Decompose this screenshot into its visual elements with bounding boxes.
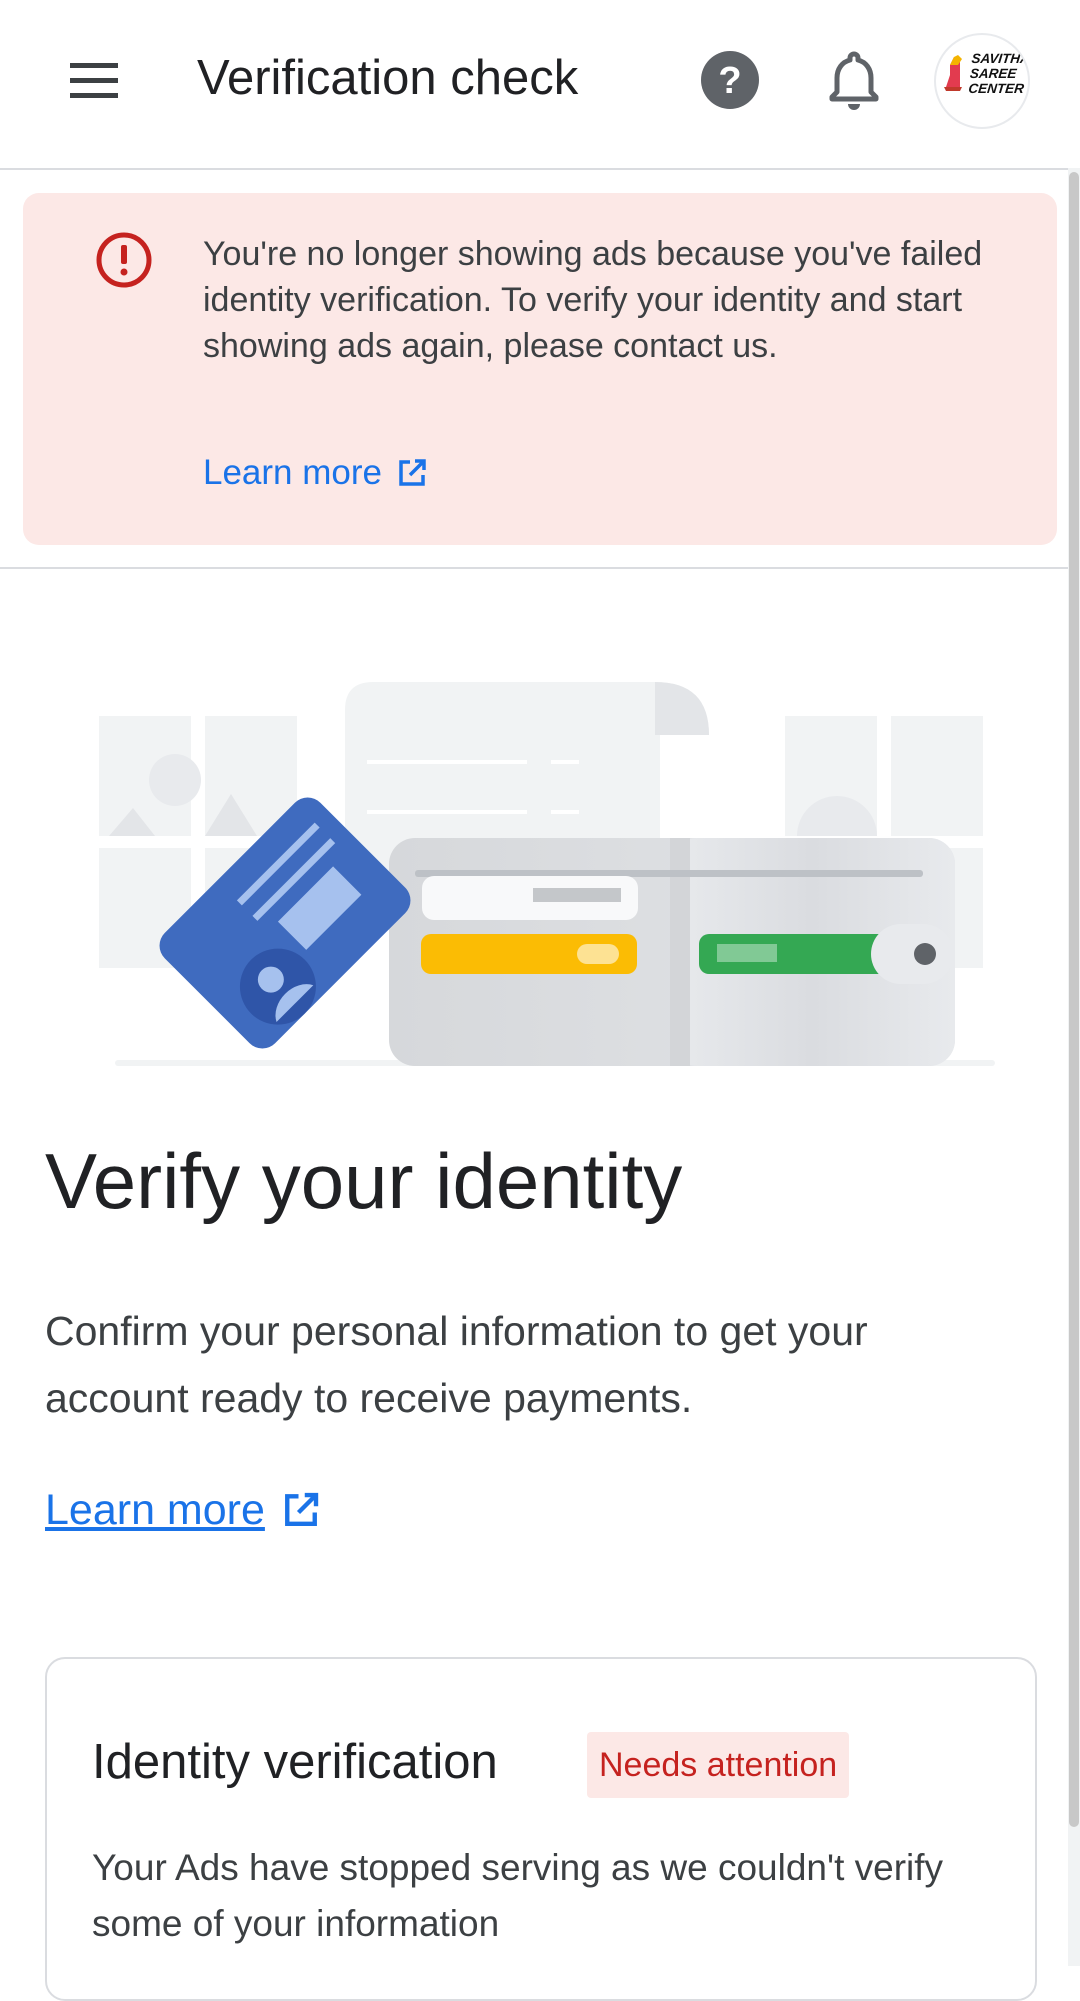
hero-learn-more-label: Learn more [45, 1486, 265, 1534]
hero-title: Verify your identity [45, 1137, 683, 1225]
avatar-logo-text: SAVITHA SAREE CENTER [967, 51, 1030, 96]
status-badge: Needs attention [587, 1732, 850, 1798]
page-title: Verification check [197, 51, 579, 105]
card-description: Your Ads have stopped serving as we coul… [92, 1847, 944, 1944]
alert-learn-more-label: Learn more [203, 453, 382, 492]
app-bar: Verification check ? SAVITHA SAREE CENTE… [0, 0, 1080, 170]
help-icon[interactable]: ? [698, 48, 762, 112]
id-card-and-wallet-illustration [99, 682, 995, 1066]
scrollbar-thumb[interactable] [1069, 172, 1079, 1827]
alert-learn-more-link[interactable]: Learn more [203, 451, 428, 495]
open-in-new-icon [399, 459, 426, 486]
error-alert-banner: You're no longer showing ads because you… [23, 193, 1057, 545]
bell-icon[interactable] [822, 48, 886, 112]
alert-message: You're no longer showing ads because you… [203, 235, 983, 365]
hero-description: Confirm your personal information to get… [45, 1308, 868, 1421]
card-title: Identity verification [92, 1735, 498, 1789]
svg-text:?: ? [718, 60, 741, 102]
identity-verification-card[interactable]: Identity verification Needs attention Yo… [45, 1657, 1037, 2001]
open-in-new-icon [284, 1492, 319, 1526]
error-icon [95, 231, 153, 289]
account-avatar[interactable]: SAVITHA SAREE CENTER [934, 33, 1030, 129]
menu-icon[interactable] [58, 50, 130, 110]
hero-learn-more-link[interactable]: Learn more [45, 1482, 321, 1538]
section-divider [0, 567, 1068, 569]
